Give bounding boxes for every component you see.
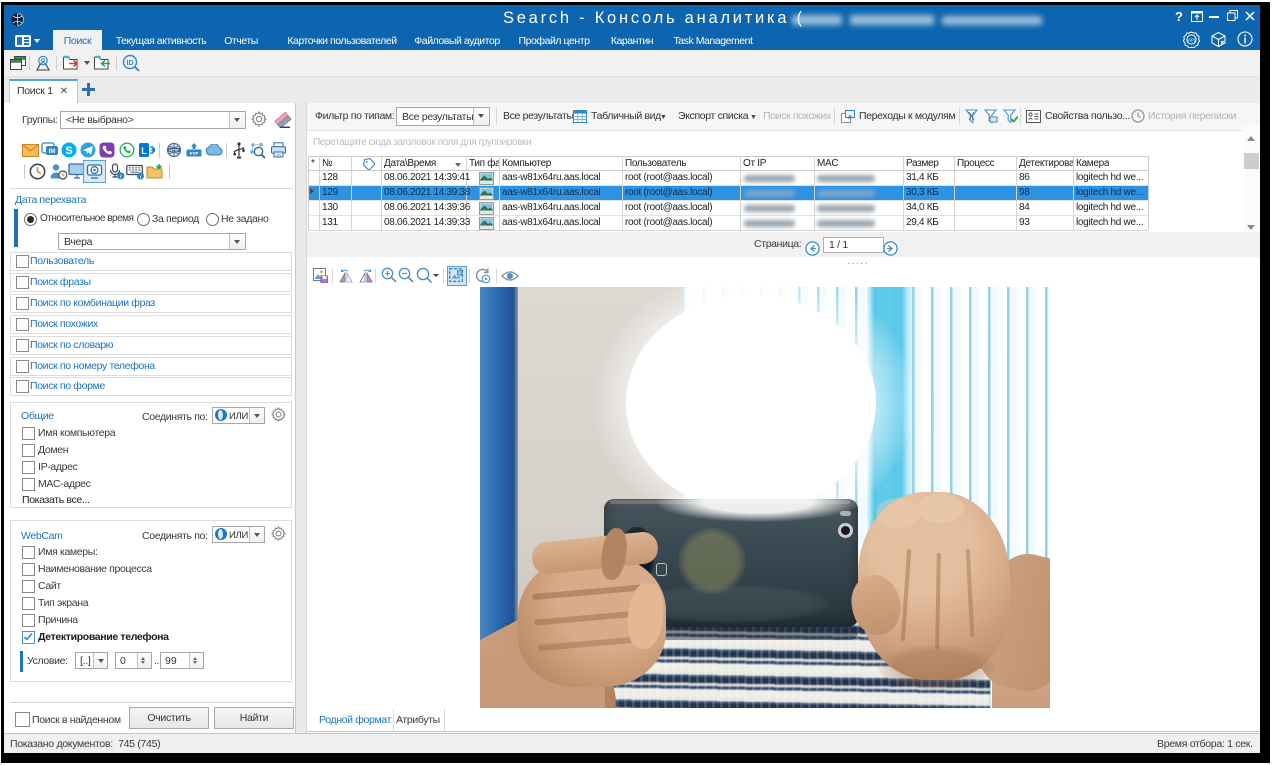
svg-text:HTTP: HTTP	[169, 148, 179, 152]
svg-text:L: L	[141, 146, 147, 156]
svg-text:IM: IM	[49, 149, 56, 155]
svg-text:FTP: FTP	[190, 151, 199, 156]
svg-text:S: S	[65, 145, 72, 157]
svg-text:ID: ID	[127, 60, 134, 67]
